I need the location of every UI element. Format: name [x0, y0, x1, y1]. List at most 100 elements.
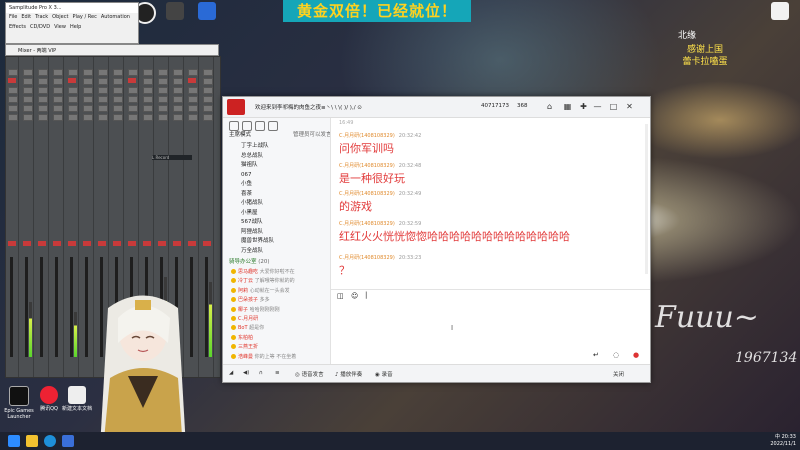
- member-item[interactable]: 冷丁云 了解哦等你就的的: [223, 277, 330, 286]
- mixer-button[interactable]: [188, 87, 198, 94]
- mixer-button[interactable]: [38, 114, 48, 121]
- mixer-button[interactable]: [83, 114, 93, 121]
- edge-icon[interactable]: [44, 435, 56, 447]
- channel-item[interactable]: 阿狸战队: [223, 228, 330, 237]
- mixer-button[interactable]: [173, 78, 183, 85]
- mixer-button[interactable]: [128, 105, 138, 112]
- member-item[interactable]: C.月月研: [223, 315, 330, 324]
- mute-button[interactable]: [98, 241, 106, 246]
- message-scrollbar[interactable]: [645, 124, 648, 274]
- mixer-button[interactable]: [68, 96, 78, 103]
- mixer-button[interactable]: [38, 105, 48, 112]
- mixer-button[interactable]: [203, 87, 213, 94]
- mixer-button[interactable]: [143, 114, 153, 121]
- sidebar-search-icon[interactable]: [268, 121, 278, 131]
- mute-button[interactable]: [143, 241, 151, 246]
- mixer-button[interactable]: [203, 114, 213, 121]
- desktop-icon-file[interactable]: [765, 2, 795, 22]
- mixer-button[interactable]: [23, 96, 33, 103]
- system-tray[interactable]: 中 20:33 2022/11/1: [770, 434, 796, 448]
- mixer-button[interactable]: [128, 69, 138, 76]
- mixer-button[interactable]: [158, 78, 168, 85]
- member-item[interactable]: 椰子 哈哈刚刚刚刚: [223, 306, 330, 315]
- mixer-button[interactable]: [188, 96, 198, 103]
- mixer-button[interactable]: [68, 105, 78, 112]
- sidebar-tool-1-icon[interactable]: [229, 121, 239, 131]
- mute-button[interactable]: [188, 241, 196, 246]
- store-icon[interactable]: [62, 435, 74, 447]
- equalizer-icon[interactable]: ≡: [275, 370, 280, 376]
- mixer-button[interactable]: [113, 105, 123, 112]
- mixer-button[interactable]: [188, 78, 196, 83]
- mixer-button[interactable]: [128, 114, 138, 121]
- mixer-button[interactable]: [143, 69, 153, 76]
- menu-track[interactable]: Track: [35, 14, 48, 20]
- desktop-icon-qq[interactable]: 腾讯QQ: [34, 386, 64, 412]
- mixer-button[interactable]: [113, 114, 123, 121]
- mixer-button[interactable]: [173, 87, 183, 94]
- mixer-button[interactable]: [23, 87, 33, 94]
- mixer-channel-strip[interactable]: [21, 57, 34, 377]
- maximize-icon[interactable]: □: [609, 102, 618, 111]
- start-icon[interactable]: [8, 435, 20, 447]
- channel-item[interactable]: 魔兽世界战队: [223, 237, 330, 246]
- desktop-icon-app3[interactable]: [192, 2, 222, 22]
- mixer-button[interactable]: [143, 78, 153, 85]
- mixer-button[interactable]: [53, 78, 63, 85]
- fader-track[interactable]: [70, 257, 73, 357]
- mixer-button[interactable]: [8, 96, 18, 103]
- mixer-button[interactable]: [173, 69, 183, 76]
- mixer-button[interactable]: [38, 78, 48, 85]
- mixer-button[interactable]: [23, 114, 33, 121]
- close-icon[interactable]: ✕: [625, 102, 634, 111]
- mixer-button[interactable]: [83, 96, 93, 103]
- fader-track[interactable]: [55, 257, 58, 357]
- send-icon[interactable]: ↵: [593, 351, 599, 359]
- mixer-button[interactable]: [158, 114, 168, 121]
- menu-automation[interactable]: Automation: [101, 14, 130, 20]
- mixer-button[interactable]: [203, 69, 213, 76]
- mute-button[interactable]: [23, 241, 31, 246]
- mixer-button[interactable]: [38, 69, 48, 76]
- fader-track[interactable]: [25, 257, 28, 357]
- mixer-button[interactable]: [83, 78, 93, 85]
- mixer-button[interactable]: [203, 105, 213, 112]
- mixer-button[interactable]: [203, 96, 213, 103]
- mixer-button[interactable]: [83, 105, 93, 112]
- samplitude-window[interactable]: Samplitude Pro X 3... File Edit Track Ob…: [5, 2, 139, 44]
- mixer-button[interactable]: [68, 114, 78, 121]
- menu-view[interactable]: View: [54, 24, 66, 30]
- mixer-button[interactable]: [83, 87, 93, 94]
- mixer-button[interactable]: [8, 69, 18, 76]
- mixer-button[interactable]: [38, 96, 48, 103]
- channel-item[interactable]: 万全战队: [223, 247, 330, 256]
- member-item[interactable]: 东柏柏: [223, 334, 330, 343]
- mixer-button[interactable]: [113, 69, 123, 76]
- channel-item[interactable]: 067: [223, 171, 330, 180]
- mixer-button[interactable]: [38, 87, 48, 94]
- mixer-button[interactable]: [143, 96, 153, 103]
- fader-track[interactable]: [205, 257, 208, 357]
- file-explorer-icon[interactable]: [26, 435, 38, 447]
- channel-item[interactable]: 喜茶: [223, 190, 330, 199]
- voice-speak-button[interactable]: ◎ 语音发言: [295, 370, 324, 378]
- mixer-button[interactable]: [53, 96, 63, 103]
- mixer-channel-strip[interactable]: [66, 57, 79, 377]
- mixer-button[interactable]: [158, 69, 168, 76]
- mixer-button[interactable]: [98, 78, 108, 85]
- mixer-button[interactable]: [188, 114, 198, 121]
- mixer-button[interactable]: [128, 87, 138, 94]
- desktop-icon-epic-games[interactable]: Epic Games Launcher: [4, 386, 34, 420]
- home-icon[interactable]: ⌂: [545, 102, 554, 111]
- play-accompaniment-button[interactable]: ♪ 播放伴奏: [335, 370, 362, 378]
- fader-track[interactable]: [10, 257, 13, 357]
- mixer-button[interactable]: [128, 78, 136, 83]
- mixer-button[interactable]: [8, 105, 18, 112]
- mixer-button[interactable]: [68, 87, 78, 94]
- member-item[interactable]: 阿莉 心动就在一头会发: [223, 287, 330, 296]
- mixer-button[interactable]: [8, 78, 16, 83]
- sidebar-tool-2-icon[interactable]: [242, 121, 252, 131]
- mixer-button[interactable]: [68, 78, 76, 83]
- chat-bubble-icon[interactable]: ◌: [613, 351, 619, 359]
- mic-icon[interactable]: ●: [633, 351, 639, 359]
